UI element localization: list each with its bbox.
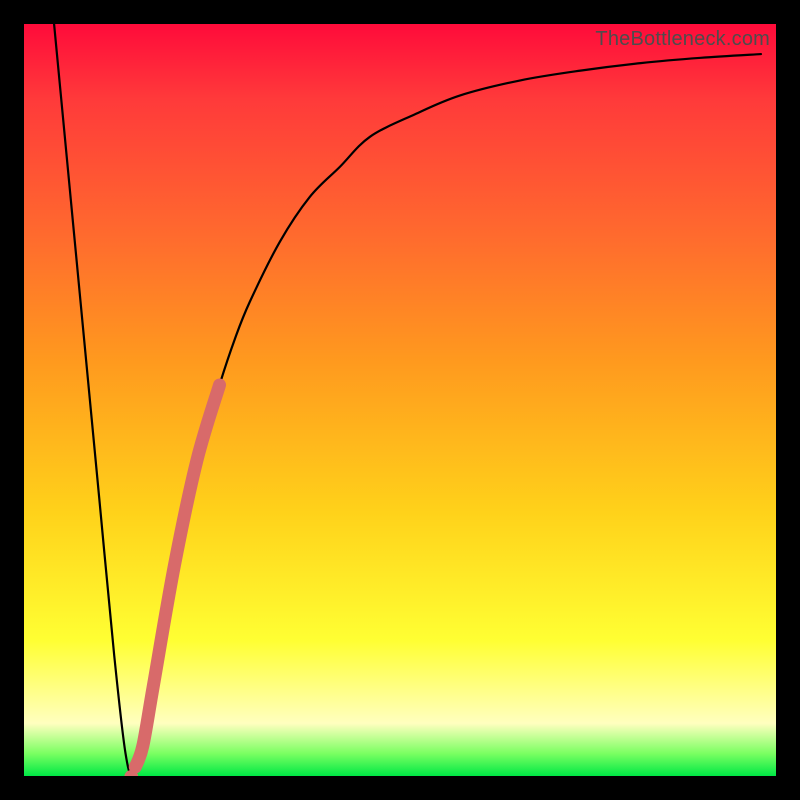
highlight-segment-path (135, 385, 219, 767)
curve-layer (24, 24, 776, 776)
chart-frame: TheBottleneck.com (0, 0, 800, 800)
plot-area: TheBottleneck.com (24, 24, 776, 776)
